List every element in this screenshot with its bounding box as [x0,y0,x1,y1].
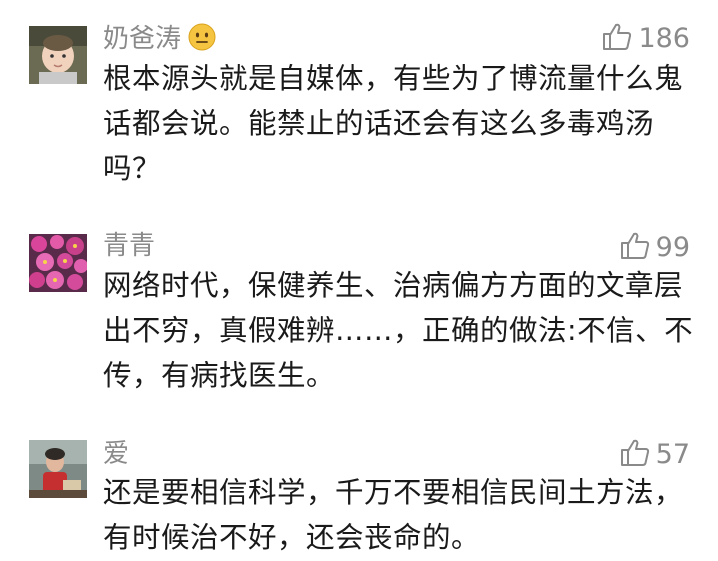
thumbs-up-icon [620,231,650,265]
like-count: 186 [638,23,690,54]
smiling-face-emoji-icon [187,22,217,56]
comment-text-line: 网络时代，保健养生、治病偏方方面的文章层 [103,269,684,302]
comment-text: 根本源头就是自媒体，有些为了博流量什么鬼 话都会说。能禁止的话还会有这么多毒鸡汤… [103,56,693,191]
avatar[interactable] [29,234,87,292]
comment-text-line: 有时候治不好，还会丧命的。 [103,521,481,554]
child-photo-avatar-icon [29,440,87,498]
thumbs-up-icon [620,438,650,472]
comment-text-line: 根本源头就是自媒体，有些为了博流量什么鬼 [103,62,684,95]
comment-text-line: 传，有病找医生。 [103,359,336,392]
pink-flowers-avatar-icon [29,234,87,292]
comment-text: 还是要相信科学，千万不要相信民间土方法， 有时候治不好，还会丧命的。 [103,470,693,560]
comment-item: 爱 57 还是要相信科学，千万不要相信民间土方法， 有时候治不好，还会丧命的。 [0,420,718,561]
like-button[interactable]: 99 [620,230,690,266]
comment-item: 青青 99 网络时代，保健养生、治病偏方方面的文章层 出不穷，真假难辨……，正确… [0,210,718,400]
username-row: 爱 [103,436,129,472]
username[interactable]: 奶爸涛 [103,21,181,57]
like-count: 57 [655,439,690,470]
thumbs-up-icon [602,22,632,56]
comment-list: 奶爸涛 186 根本源头就是自媒体，有些为了博流量什么鬼 话都会说。能禁止的话还… [0,0,718,561]
like-button[interactable]: 57 [620,437,690,473]
username-row: 青青 [103,228,155,264]
like-button[interactable]: 186 [602,21,690,57]
like-count: 99 [655,232,690,263]
comment-text-line: 出不穷，真假难辨……，正确的做法:不信、不 [103,314,694,347]
comment-text: 网络时代，保健养生、治病偏方方面的文章层 出不穷，真假难辨……，正确的做法:不信… [103,263,693,398]
comment-item: 奶爸涛 186 根本源头就是自媒体，有些为了博流量什么鬼 话都会说。能禁止的话还… [0,0,718,200]
username[interactable]: 青青 [103,228,155,264]
username-row: 奶爸涛 [103,21,217,57]
comment-text-line: 还是要相信科学，千万不要相信民间土方法， [103,476,684,509]
username[interactable]: 爱 [103,436,129,472]
comment-text-line: 话都会说。能禁止的话还会有这么多毒鸡汤 [103,107,655,140]
comment-text-line: 吗？ [103,152,162,185]
baby-photo-avatar-icon [29,26,87,84]
avatar[interactable] [29,440,87,498]
avatar[interactable] [29,26,87,84]
